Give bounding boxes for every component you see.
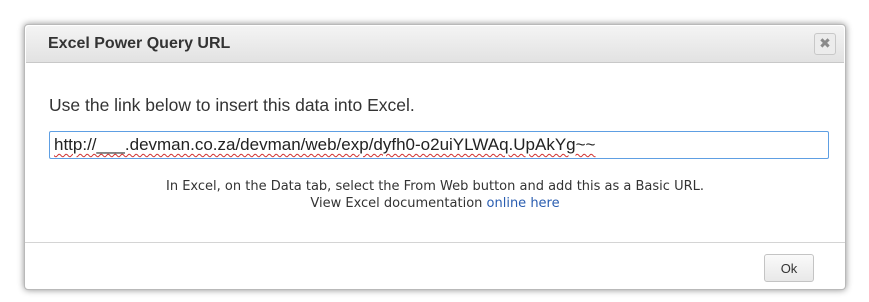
url-field[interactable]: http://___.devman.co.za/devman/web/exp/d… — [49, 131, 829, 159]
close-button[interactable]: ✖ — [814, 33, 836, 55]
footer-divider — [25, 242, 845, 243]
ok-button[interactable]: Ok — [764, 254, 814, 282]
dialog-title: Excel Power Query URL — [48, 35, 231, 52]
documentation-line: View Excel documentation online here — [25, 196, 845, 211]
power-query-dialog: Excel Power Query URL ✖ Use the link bel… — [24, 24, 846, 290]
documentation-text: View Excel documentation — [310, 196, 483, 211]
intro-text: Use the link below to insert this data i… — [49, 95, 415, 115]
close-icon: ✖ — [819, 36, 831, 52]
help-text: In Excel, on the Data tab, select the Fr… — [166, 179, 704, 194]
dialog-titlebar: Excel Power Query URL ✖ — [26, 26, 844, 63]
documentation-link[interactable]: online here — [487, 196, 560, 211]
